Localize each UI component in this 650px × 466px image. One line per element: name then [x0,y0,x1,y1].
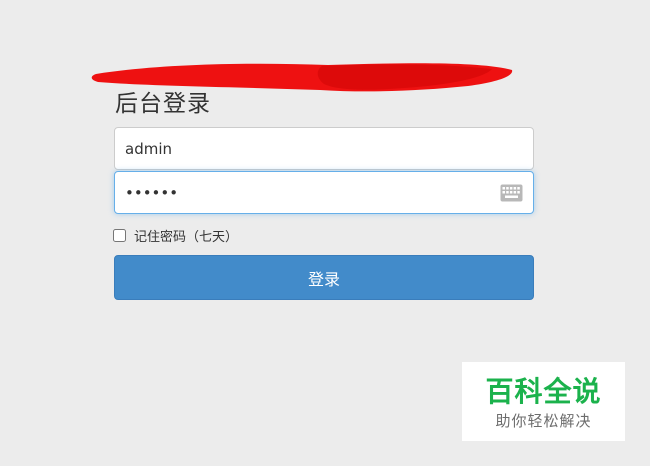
keyboard-icon[interactable] [500,184,523,202]
watermark-logo: 百科全说 助你轻松解决 [462,362,625,441]
password-field[interactable] [114,171,534,214]
username-field[interactable] [114,127,534,170]
watermark-subtitle: 助你轻松解决 [495,412,592,430]
password-input[interactable] [125,172,495,213]
remember-password-option[interactable]: 记住密码（七天） [113,226,239,245]
username-input[interactable] [125,128,495,169]
login-title: 后台登录 [115,91,211,117]
remember-password-checkbox[interactable] [113,228,126,242]
watermark-title: 百科全说 [485,375,602,408]
remember-password-label: 记住密码（七天） [134,229,239,245]
login-button[interactable]: 登录 [114,255,534,300]
